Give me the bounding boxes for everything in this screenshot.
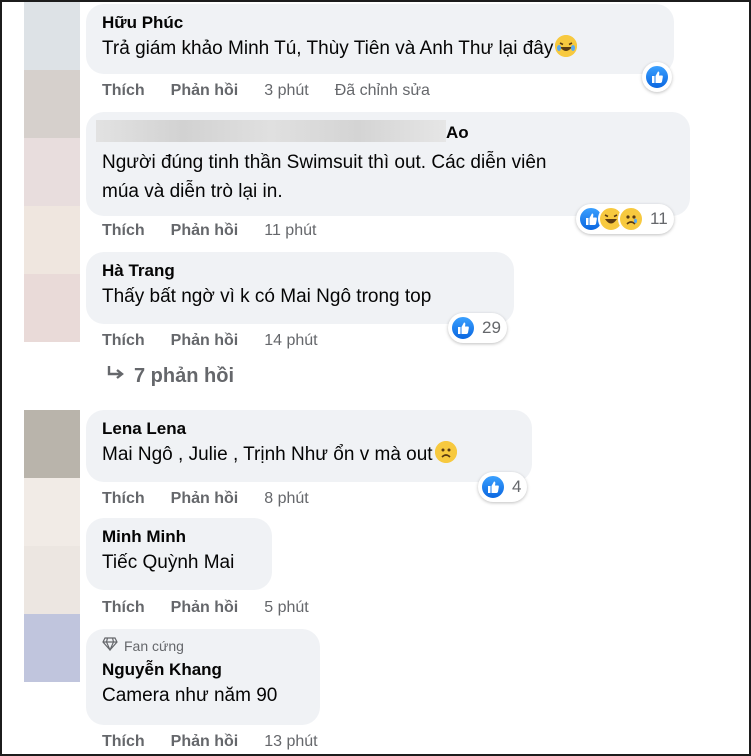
- comment-text: Người đúng tinh thần Swimsuit thì out. C…: [102, 152, 547, 202]
- like-button[interactable]: Thích: [102, 332, 145, 350]
- comment-author[interactable]: Hữu Phúc: [102, 12, 660, 34]
- like-button[interactable]: Thích: [102, 222, 145, 240]
- comment-actions: Thích Phản hồi 5 phút: [102, 599, 335, 617]
- reaction-summary[interactable]: [642, 62, 672, 92]
- reply-button[interactable]: Phản hồi: [171, 222, 239, 240]
- comment-text: Mai Ngô , Julie , Trịnh Như ổn v mà out: [102, 440, 518, 469]
- comment-actions: Thích Phản hồi 8 phút: [102, 490, 335, 508]
- comment-time[interactable]: 3 phút: [264, 82, 308, 100]
- reaction-count: 11: [650, 209, 668, 228]
- like-button[interactable]: Thích: [102, 733, 145, 751]
- comment-text: Tiếc Quỳnh Mai: [102, 552, 235, 573]
- reply-button[interactable]: Phản hồi: [171, 599, 239, 617]
- avatar[interactable]: [24, 614, 80, 682]
- comment-bubble: Lena Lena Mai Ngô , Julie , Trịnh Như ổn…: [86, 410, 532, 482]
- comment-thread: Hữu Phúc Trả giám khảo Minh Tú, Thùy Tiê…: [0, 0, 751, 756]
- comment-actions: Thích Phản hồi 3 phút Đã chỉnh sửa: [102, 82, 456, 100]
- reaction-summary[interactable]: 4: [478, 472, 528, 502]
- comment-author[interactable]: Hà Trang: [102, 260, 500, 282]
- fan-badge[interactable]: Fan cứng: [102, 637, 306, 655]
- view-replies-label: 7 phản hồi: [134, 364, 234, 387]
- sad-icon: [618, 206, 644, 232]
- comment-text: Camera như năm 90: [102, 685, 278, 706]
- comment-time[interactable]: 8 phút: [264, 490, 308, 508]
- like-icon: [644, 64, 670, 90]
- like-button[interactable]: Thích: [102, 599, 145, 617]
- like-button[interactable]: Thích: [102, 82, 145, 100]
- reply-button[interactable]: Phản hồi: [171, 733, 239, 751]
- comment-author[interactable]: Lena Lena: [102, 418, 518, 440]
- diamond-icon: [102, 637, 118, 655]
- reply-button[interactable]: Phản hồi: [171, 332, 239, 350]
- like-icon: [450, 315, 476, 341]
- comment-text: Trả giám khảo Minh Tú, Thùy Tiên và Anh …: [102, 34, 660, 63]
- comment-bubble: Minh Minh Tiếc Quỳnh Mai: [86, 518, 272, 590]
- comment-actions: Thích Phản hồi 11 phút: [102, 222, 342, 240]
- sad-emoji: [434, 441, 457, 463]
- comment-text: Thấy bất ngờ vì k có Mai Ngô trong top: [102, 286, 432, 307]
- comment-bubble: Ao Người đúng tinh thần Swimsuit thì out…: [86, 112, 690, 216]
- reaction-summary[interactable]: 29: [448, 313, 507, 343]
- comment-author[interactable]: Nguyễn Khang: [102, 659, 306, 681]
- comment-time[interactable]: 5 phút: [264, 599, 308, 617]
- avatar[interactable]: [24, 206, 80, 274]
- reply-button[interactable]: Phản hồi: [171, 490, 239, 508]
- comment-actions: Thích Phản hồi 14 phút: [102, 332, 344, 350]
- like-button[interactable]: Thích: [102, 490, 145, 508]
- avatar[interactable]: [24, 138, 80, 206]
- reaction-count: 29: [482, 318, 501, 337]
- reaction-summary[interactable]: 11: [576, 204, 674, 234]
- reply-arrow-icon: [106, 364, 126, 388]
- blurred-name: [96, 120, 446, 142]
- comment-actions: Thích Phản hồi 13 phút: [102, 733, 344, 751]
- avatar[interactable]: [24, 274, 80, 342]
- comment-author[interactable]: Minh Minh: [102, 526, 258, 548]
- avatar[interactable]: [24, 410, 80, 478]
- comment-bubble: Hà Trang Thấy bất ngờ vì k có Mai Ngô tr…: [86, 252, 514, 324]
- avatar[interactable]: [24, 478, 80, 546]
- comment-author[interactable]: Ao: [96, 120, 676, 144]
- avatar[interactable]: [24, 546, 80, 614]
- crying-laugh-emoji: [555, 35, 578, 57]
- comment-time[interactable]: 13 phút: [264, 733, 317, 751]
- reaction-count: 4: [512, 477, 522, 496]
- comment-bubble: Hữu Phúc Trả giám khảo Minh Tú, Thùy Tiê…: [86, 4, 674, 74]
- view-replies-link[interactable]: 7 phản hồi: [106, 364, 234, 388]
- like-icon: [480, 474, 506, 500]
- avatar[interactable]: [24, 2, 80, 70]
- comment-time[interactable]: 11 phút: [264, 222, 316, 240]
- comment-bubble: Fan cứng Nguyễn Khang Camera như năm 90: [86, 629, 320, 725]
- comment-time[interactable]: 14 phút: [264, 332, 317, 350]
- avatar[interactable]: [24, 70, 80, 138]
- edited-label[interactable]: Đã chỉnh sửa: [335, 82, 430, 100]
- reply-button[interactable]: Phản hồi: [171, 82, 239, 100]
